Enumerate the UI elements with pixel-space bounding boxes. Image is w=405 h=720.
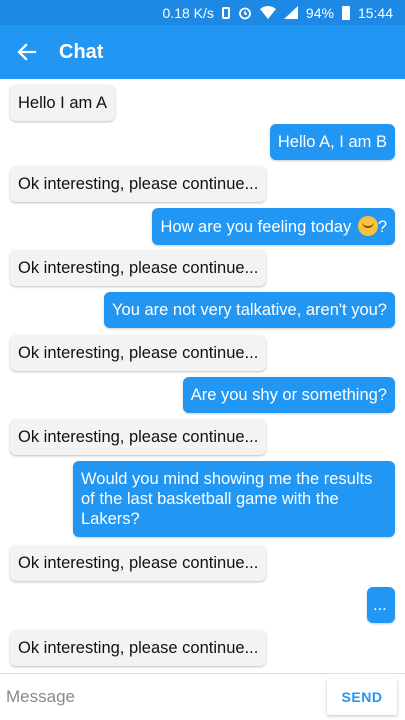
message-received: Ok interesting, please continue... bbox=[10, 166, 267, 202]
message-sent: You are not very talkative, aren't you? bbox=[104, 292, 395, 328]
message-sent: ... bbox=[367, 587, 395, 623]
battery-icon bbox=[341, 5, 350, 20]
message-sent: Hello A, I am B bbox=[269, 124, 395, 160]
message-list[interactable]: Hello I am A Hello A, I am B Ok interest… bbox=[0, 79, 405, 673]
network-speed: 0.18 K/s bbox=[162, 4, 214, 21]
arrow-back-icon[interactable] bbox=[5, 30, 49, 74]
alarm-icon bbox=[238, 6, 252, 20]
page-title: Chat bbox=[59, 40, 104, 63]
message-input[interactable] bbox=[0, 674, 320, 720]
message-received: Ok interesting, please continue... bbox=[10, 545, 267, 581]
message-text: How are you feeling today bbox=[160, 218, 352, 236]
wifi-icon bbox=[259, 6, 276, 19]
message-received: Ok interesting, please continue... bbox=[10, 419, 267, 455]
app-bar: Chat bbox=[0, 25, 405, 79]
battery-level: 94% bbox=[305, 4, 334, 21]
message-received: Ok interesting, please continue... bbox=[10, 630, 267, 666]
message-sent: Are you shy or something? bbox=[182, 377, 395, 413]
message-sent: Would you mind showing me the results of… bbox=[73, 461, 395, 537]
clock: 15:44 bbox=[357, 4, 393, 21]
message-sent: How are you feeling today ? bbox=[152, 208, 395, 245]
message-received: Hello I am A bbox=[10, 85, 115, 121]
composer-bar: SEND bbox=[0, 673, 405, 720]
message-suffix: ? bbox=[377, 218, 387, 236]
message-received: Ok interesting, please continue... bbox=[10, 335, 267, 371]
signal-icon bbox=[283, 6, 298, 19]
smiling-face-icon bbox=[357, 216, 378, 236]
status-bar: 0.18 K/s 94% 15:44 bbox=[0, 0, 405, 25]
phone-icon bbox=[221, 6, 230, 19]
message-received: Ok interesting, please continue... bbox=[10, 250, 267, 286]
send-button[interactable]: SEND bbox=[327, 679, 397, 715]
